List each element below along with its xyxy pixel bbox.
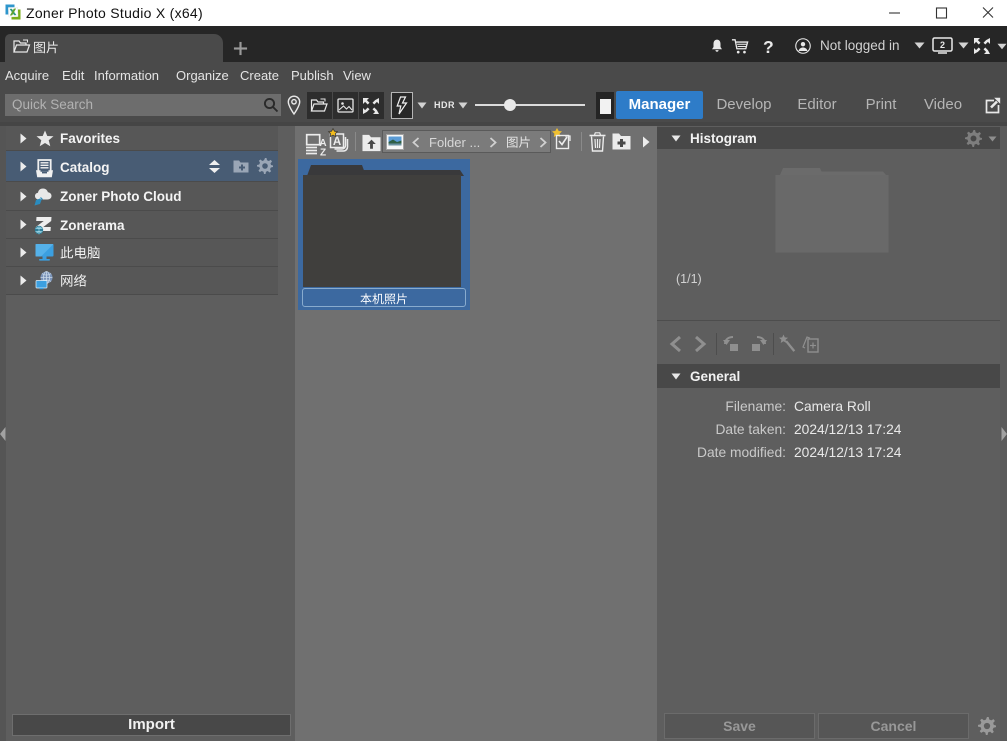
svg-text:Z: Z xyxy=(320,148,326,157)
svg-text:2: 2 xyxy=(940,40,945,50)
svg-text:A: A xyxy=(333,136,341,148)
